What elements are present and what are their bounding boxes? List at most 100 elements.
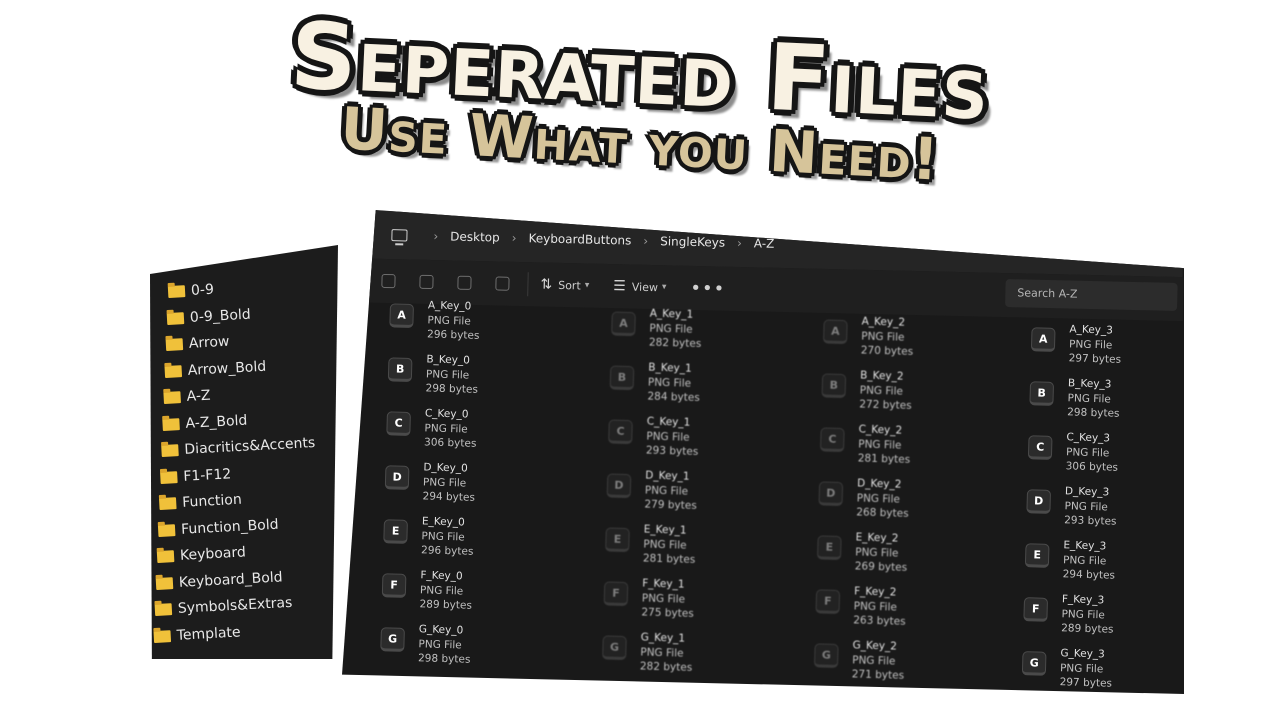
file-item[interactable]: C C_Key_3 PNG File 306 bytes — [1027, 429, 1119, 486]
file-item[interactable]: E E_Key_1 PNG File 281 bytes — [604, 521, 696, 578]
view-button[interactable]: ☰ View ▾ — [613, 278, 667, 295]
file-size: 270 bytes — [860, 344, 914, 358]
file-meta: B_Key_0 PNG File 298 bytes — [425, 352, 479, 397]
file-size: 282 bytes — [639, 660, 693, 674]
key-thumbnail-icon: D — [606, 473, 632, 499]
file-type: PNG File — [427, 313, 471, 328]
file-meta: B_Key_2 PNG File 272 bytes — [859, 368, 913, 413]
file-meta: A_Key_1 PNG File 282 bytes — [649, 307, 703, 352]
file-meta: C_Key_1 PNG File 293 bytes — [646, 415, 700, 460]
breadcrumb-singlekeys[interactable]: SingleKeys — [660, 234, 725, 249]
key-thumbnail-icon: A — [611, 311, 636, 337]
file-meta: D_Key_2 PNG File 268 bytes — [856, 476, 910, 521]
folder-label: Keyboard_Bold — [178, 569, 284, 591]
file-item[interactable]: E E_Key_0 PNG File 296 bytes — [383, 513, 475, 570]
file-type: PNG File — [649, 322, 693, 336]
file-name: C_Key_3 — [1066, 431, 1111, 445]
file-item[interactable]: G G_Key_0 PNG File 298 bytes — [380, 621, 472, 678]
file-type: PNG File — [1067, 391, 1111, 406]
file-type: PNG File — [859, 383, 904, 398]
key-thumbnail-icon: F — [815, 589, 841, 615]
folder-label: Function_Bold — [180, 516, 279, 538]
file-item[interactable]: E E_Key_2 PNG File 269 bytes — [816, 529, 908, 586]
file-item[interactable]: F F_Key_2 PNG File 263 bytes — [815, 583, 907, 640]
file-meta: C_Key_3 PNG File 306 bytes — [1065, 430, 1119, 475]
key-thumbnail-icon: C — [1027, 435, 1053, 460]
file-meta: E_Key_1 PNG File 281 bytes — [643, 523, 697, 568]
file-name: B_Key_1 — [648, 361, 692, 375]
file-name: A_Key_0 — [427, 299, 472, 313]
file-item[interactable]: B B_Key_0 PNG File 298 bytes — [387, 351, 479, 408]
file-item[interactable]: C C_Key_2 PNG File 281 bytes — [819, 421, 911, 478]
file-item[interactable]: A A_Key_3 PNG File 297 bytes — [1030, 321, 1122, 378]
more-options-button[interactable]: ••• — [690, 277, 725, 299]
sort-button[interactable]: ⇅ Sort ▾ — [540, 277, 589, 294]
folder-label: F1-F12 — [182, 466, 232, 485]
file-meta: G_Key_1 PNG File 282 bytes — [640, 630, 694, 675]
file-name: F_Key_0 — [420, 569, 463, 583]
file-name: D_Key_3 — [1064, 485, 1110, 499]
file-item[interactable]: A A_Key_0 PNG File 296 bytes — [389, 297, 481, 354]
file-size: 294 bytes — [422, 490, 476, 504]
file-item[interactable]: F F_Key_3 PNG File 289 bytes — [1023, 591, 1115, 648]
paste-icon[interactable] — [419, 274, 434, 290]
copy-icon[interactable] — [381, 273, 396, 289]
file-type: PNG File — [1065, 445, 1110, 459]
file-type: PNG File — [855, 545, 899, 560]
file-name: F_Key_3 — [1061, 593, 1105, 607]
file-item[interactable]: D D_Key_1 PNG File 279 bytes — [606, 467, 698, 524]
file-size: 298 bytes — [417, 652, 471, 666]
file-item[interactable]: A A_Key_2 PNG File 270 bytes — [822, 313, 914, 370]
file-item[interactable]: B B_Key_2 PNG File 272 bytes — [821, 367, 913, 424]
file-name: E_Key_1 — [643, 523, 687, 537]
file-meta: A_Key_0 PNG File 296 bytes — [427, 298, 481, 343]
breadcrumb-desktop[interactable]: Desktop — [450, 229, 500, 244]
file-item[interactable]: D D_Key_3 PNG File 293 bytes — [1026, 483, 1118, 540]
file-size: 263 bytes — [853, 614, 906, 628]
file-meta: E_Key_3 PNG File 294 bytes — [1062, 538, 1116, 583]
file-item[interactable]: A A_Key_1 PNG File 282 bytes — [610, 306, 702, 363]
delete-icon[interactable] — [495, 276, 510, 291]
chevron-down-icon: ▾ — [584, 280, 590, 291]
search-input[interactable]: Search A-Z — [1005, 279, 1178, 311]
file-item[interactable]: E E_Key_3 PNG File 294 bytes — [1024, 537, 1116, 594]
file-item[interactable]: B B_Key_1 PNG File 284 bytes — [609, 360, 701, 417]
file-type: PNG File — [1061, 607, 1105, 621]
folder-icon — [157, 523, 176, 537]
folder-label: Arrow_Bold — [187, 358, 267, 379]
file-item[interactable]: B B_Key_3 PNG File 298 bytes — [1029, 375, 1121, 432]
file-type: PNG File — [1068, 337, 1113, 352]
folder-icon — [161, 444, 179, 458]
file-item[interactable]: G G_Key_1 PNG File 282 bytes — [601, 629, 693, 686]
file-size: 272 bytes — [859, 398, 912, 412]
file-item[interactable]: F F_Key_0 PNG File 289 bytes — [381, 567, 473, 624]
folder-label: Diacritics&Accents — [184, 435, 316, 459]
key-thumbnail-icon: G — [1021, 651, 1047, 676]
breadcrumb-a-z[interactable]: A-Z — [754, 236, 775, 250]
file-name: A_Key_2 — [861, 315, 906, 329]
file-type: PNG File — [425, 367, 470, 382]
file-type: PNG File — [424, 421, 468, 436]
file-item[interactable]: D D_Key_0 PNG File 294 bytes — [384, 459, 476, 516]
folder-icon — [164, 364, 183, 378]
breadcrumb-keyboardbuttons[interactable]: KeyboardButtons — [528, 231, 631, 247]
file-item[interactable]: C C_Key_0 PNG File 306 bytes — [386, 405, 478, 462]
file-type: PNG File — [647, 376, 692, 390]
share-icon[interactable] — [457, 275, 472, 290]
file-item[interactable]: D D_Key_2 PNG File 268 bytes — [818, 475, 910, 532]
sort-icon: ⇅ — [540, 276, 553, 293]
file-item[interactable]: F F_Key_1 PNG File 275 bytes — [603, 575, 695, 632]
file-size: 281 bytes — [642, 552, 696, 566]
key-thumbnail-icon: C — [608, 419, 633, 445]
this-pc-icon[interactable] — [391, 229, 408, 242]
file-size: 293 bytes — [645, 444, 699, 459]
key-thumbnail-icon: G — [602, 635, 627, 661]
file-item[interactable]: G G_Key_2 PNG File 271 bytes — [813, 637, 905, 694]
file-column: A A_Key_1 PNG File 282 bytes B B_Key_1 PNG Fil… — [601, 306, 702, 686]
file-explorer-window: › Desktop › KeyboardButtons › SingleKeys… — [342, 210, 1184, 694]
key-thumbnail-icon: G — [813, 643, 839, 668]
file-item[interactable]: C C_Key_1 PNG File 293 bytes — [607, 413, 699, 470]
file-item[interactable]: G G_Key_3 PNG File 297 bytes — [1021, 645, 1113, 694]
file-size: 297 bytes — [1059, 676, 1113, 690]
file-meta: F_Key_2 PNG File 263 bytes — [853, 584, 907, 629]
